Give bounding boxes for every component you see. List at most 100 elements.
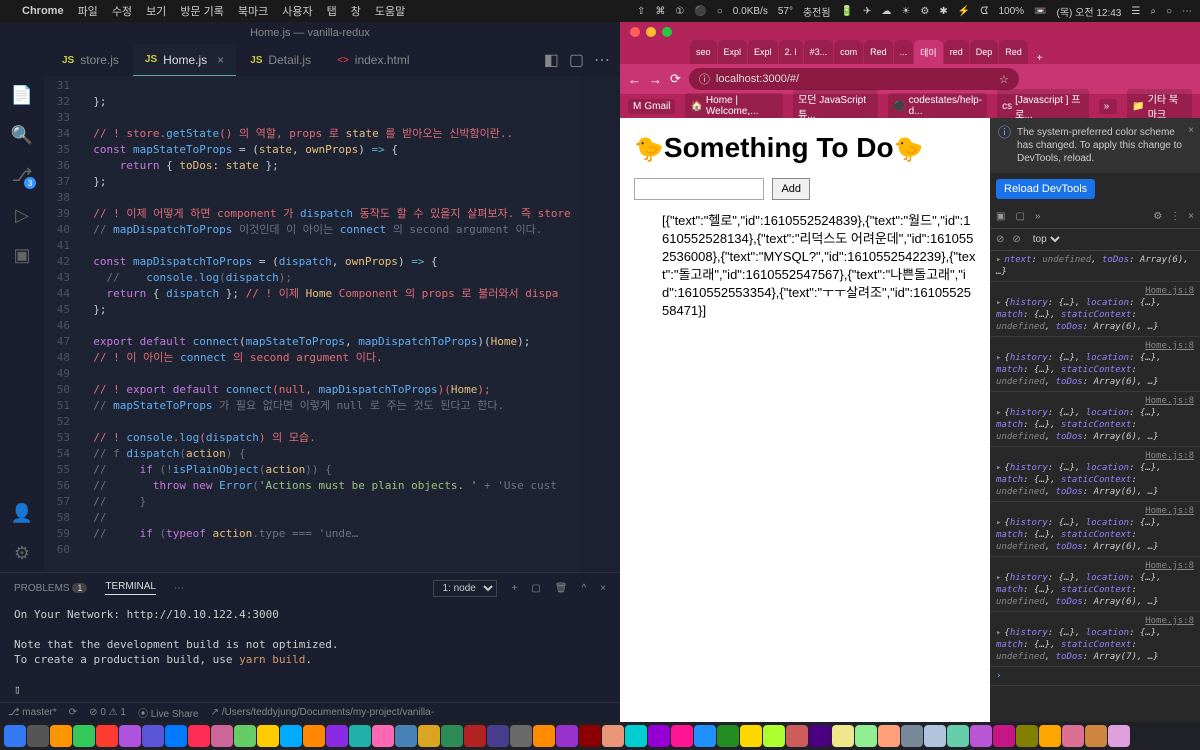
menubar-status-item[interactable]: ① xyxy=(675,6,684,17)
console-message[interactable]: Home.js:8▸{history: {…}, location: {…}, … xyxy=(990,337,1200,392)
editor-tab[interactable]: JSHome.js× xyxy=(133,44,236,76)
menu-edit[interactable]: 수정 xyxy=(112,3,132,19)
close-info-icon[interactable]: × xyxy=(1188,124,1194,137)
dock-app[interactable] xyxy=(1016,725,1038,747)
dock-app[interactable] xyxy=(1108,725,1130,747)
reload-devtools-button[interactable]: Reload DevTools xyxy=(996,179,1095,199)
browser-tab[interactable]: Expl xyxy=(718,40,748,64)
menubar-status-item[interactable]: 충전됨 xyxy=(803,4,831,19)
menubar-status-item[interactable]: ☰ xyxy=(1131,6,1140,17)
menubar-status-item[interactable]: ✈ xyxy=(863,6,871,17)
dock-app[interactable] xyxy=(1085,725,1107,747)
dock-app[interactable] xyxy=(142,725,164,747)
browser-tab[interactable]: 2. l xyxy=(779,40,803,64)
terminal-output[interactable]: On Your Network: http://10.10.122.4:3000… xyxy=(0,603,620,701)
problems-tab[interactable]: PROBLEMS 1 xyxy=(14,583,87,594)
dock-app[interactable] xyxy=(648,725,670,747)
dock-app[interactable] xyxy=(188,725,210,747)
dock-app[interactable] xyxy=(211,725,233,747)
browser-tab[interactable]: red xyxy=(944,40,969,64)
menubar-status-item[interactable]: ⚡ xyxy=(958,6,970,17)
menubar-status-item[interactable]: ☀ xyxy=(901,6,910,17)
debug-icon[interactable]: ▷ xyxy=(11,204,33,226)
editor-tab[interactable]: JSstore.js xyxy=(50,44,131,76)
dock-app[interactable] xyxy=(487,725,509,747)
browser-tab[interactable]: Red xyxy=(864,40,893,64)
browser-tab[interactable]: ... xyxy=(894,40,914,64)
breadcrumb-path[interactable]: ↗ /Users/teddyjung/Documents/my-project/… xyxy=(211,707,434,718)
app-name[interactable]: Chrome xyxy=(22,5,64,17)
dock-app[interactable] xyxy=(855,725,877,747)
source-control-icon[interactable]: ⎇ xyxy=(11,164,33,186)
bookmark-item[interactable]: MGmail xyxy=(628,99,675,114)
new-terminal-icon[interactable]: + xyxy=(511,583,517,594)
dock-app[interactable] xyxy=(947,725,969,747)
menubar-status-item[interactable]: (목) 오전 12:43 xyxy=(1057,4,1122,19)
browser-tab[interactable]: seo xyxy=(690,40,717,64)
menubar-status-item[interactable]: ⇧ xyxy=(637,6,645,17)
search-icon[interactable]: 🔍 xyxy=(11,124,33,146)
editor[interactable]: 31 32 33 34 35 36 37 38 39 40 41 42 43 4… xyxy=(44,76,620,572)
dock-app[interactable] xyxy=(625,725,647,747)
menu-bookmarks[interactable]: 북마크 xyxy=(238,3,268,19)
dock-app[interactable] xyxy=(786,725,808,747)
console-message[interactable]: Home.js:8▸{history: {…}, location: {…}, … xyxy=(990,502,1200,557)
kebab-icon[interactable]: ⋮ xyxy=(1170,211,1180,222)
close-window-icon[interactable] xyxy=(630,27,640,37)
dock-app[interactable] xyxy=(602,725,624,747)
menubar-status-item[interactable]: ✱ xyxy=(939,6,947,17)
menu-history[interactable]: 방문 기록 xyxy=(180,3,224,19)
menubar-status-item[interactable]: ⚫ xyxy=(694,6,706,17)
dock-app[interactable] xyxy=(901,725,923,747)
more-tabs[interactable]: ⋯ xyxy=(174,583,184,594)
menubar-status-item[interactable]: 🔋 xyxy=(841,6,853,17)
browser-tab[interactable]: #3... xyxy=(804,40,834,64)
more-tabs-icon[interactable]: » xyxy=(1035,211,1041,222)
menubar-status-item[interactable]: ⋯ xyxy=(1182,6,1192,17)
menubar-status-item[interactable]: ᗧ xyxy=(980,6,988,17)
dock-app[interactable] xyxy=(441,725,463,747)
minimize-window-icon[interactable] xyxy=(646,27,656,37)
dock-app[interactable] xyxy=(303,725,325,747)
menu-view[interactable]: 보기 xyxy=(146,3,166,19)
address-bar[interactable]: ⓘ localhost:3000/#/ ☆ xyxy=(689,68,1019,90)
split-terminal-icon[interactable]: ▢ xyxy=(531,583,540,594)
explorer-icon[interactable]: 📄 xyxy=(11,84,33,106)
eye-icon[interactable]: ⊘ xyxy=(996,234,1004,245)
browser-tab[interactable]: 데이 xyxy=(914,40,943,64)
dock-app[interactable] xyxy=(73,725,95,747)
console-message[interactable]: Home.js:8▸{history: {…}, location: {…}, … xyxy=(990,612,1200,667)
menubar-status-item[interactable]: 0.0KB/s xyxy=(733,6,768,17)
console-message[interactable]: Home.js:8▸{history: {…}, location: {…}, … xyxy=(990,282,1200,337)
dock-app[interactable] xyxy=(280,725,302,747)
dock-app[interactable] xyxy=(349,725,371,747)
code-area[interactable]: }; // ! store.getState() 의 역할, props 로 s… xyxy=(80,76,578,572)
star-icon[interactable]: ☆ xyxy=(999,73,1009,86)
dock-app[interactable] xyxy=(878,725,900,747)
extensions-icon[interactable]: ▣ xyxy=(11,244,33,266)
dock-app[interactable] xyxy=(234,725,256,747)
add-button[interactable]: Add xyxy=(772,178,810,200)
menubar-status-item[interactable]: ⚙ xyxy=(920,6,929,17)
close-panel-icon[interactable]: × xyxy=(600,583,606,594)
dock-app[interactable] xyxy=(924,725,946,747)
git-branch[interactable]: ⎇ master* xyxy=(8,707,57,718)
dock-app[interactable] xyxy=(165,725,187,747)
browser-tab[interactable]: Red xyxy=(999,40,1028,64)
menu-tab[interactable]: 탭 xyxy=(327,3,337,19)
menubar-status-item[interactable]: 57° xyxy=(778,6,793,17)
dock-app[interactable] xyxy=(809,725,831,747)
device-icon[interactable]: ▢ xyxy=(1015,211,1024,222)
dock-app[interactable] xyxy=(671,725,693,747)
dock-app[interactable] xyxy=(257,725,279,747)
back-icon[interactable]: ← xyxy=(628,72,641,87)
minimap[interactable] xyxy=(578,76,620,572)
live-share[interactable]: ⦿ Live Share xyxy=(138,705,199,720)
dock-app[interactable] xyxy=(464,725,486,747)
settings-icon[interactable]: ⚙ xyxy=(11,542,33,564)
menu-help[interactable]: 도움말 xyxy=(375,3,405,19)
dock-app[interactable] xyxy=(556,725,578,747)
close-devtools-icon[interactable]: × xyxy=(1188,211,1194,222)
browser-tab[interactable]: Dep xyxy=(970,40,999,64)
new-tab-icon[interactable]: + xyxy=(1029,53,1051,64)
